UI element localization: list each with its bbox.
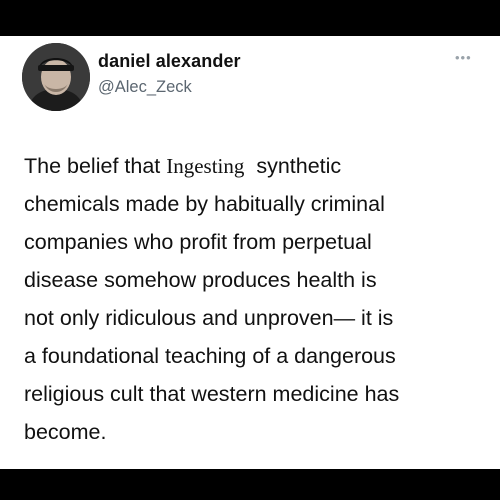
tweet-text: The belief that Ingesting synthetic chem… — [24, 147, 484, 451]
avatar-photo — [22, 43, 90, 111]
tweet-line-1: The belief that Ingesting synthetic — [24, 147, 484, 185]
tweet-text-segment: The belief that — [24, 154, 167, 178]
tweet-line-8: become. — [24, 420, 107, 444]
tweet-line-3: companies who profit from perpetual — [24, 230, 372, 254]
tweet-line-7: religious cult that western medicine has — [24, 382, 400, 406]
tweet-line-2: chemicals made by habitually criminal — [24, 192, 385, 216]
tweet-line-4: disease somehow produces health is — [24, 268, 377, 292]
author-handle[interactable]: @Alec_Zeck — [98, 78, 192, 97]
author-name[interactable]: daniel alexander — [98, 51, 241, 72]
avatar[interactable] — [22, 43, 90, 111]
tweet-text-segment: synthetic — [244, 154, 342, 178]
tweet-line-5: not only ridiculous and unproven— it is — [24, 306, 394, 330]
tweet-card: daniel alexander @Alec_Zeck ••• The beli… — [0, 36, 500, 469]
more-options-icon[interactable]: ••• — [455, 50, 472, 65]
tweet-line-6: a foundational teaching of a dangerous — [24, 344, 396, 368]
inserted-word: Ingesting — [166, 154, 245, 178]
